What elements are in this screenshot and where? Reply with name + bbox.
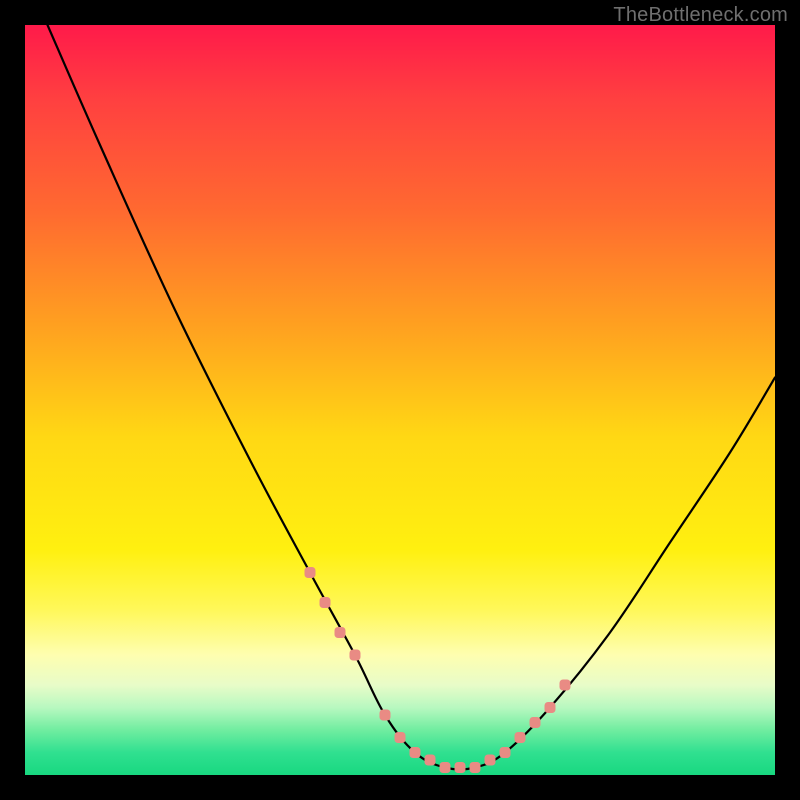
highlight-dot <box>455 762 466 773</box>
highlight-dot <box>410 747 421 758</box>
highlight-dot <box>560 680 571 691</box>
highlight-dot-group <box>305 567 571 773</box>
highlight-dot <box>515 732 526 743</box>
highlight-dot <box>440 762 451 773</box>
bottleneck-chart-svg <box>25 25 775 775</box>
highlight-dot <box>425 755 436 766</box>
highlight-dot <box>545 702 556 713</box>
highlight-dot <box>380 710 391 721</box>
highlight-dot <box>485 755 496 766</box>
chart-plot-area <box>25 25 775 775</box>
highlight-dot <box>305 567 316 578</box>
highlight-dot <box>530 717 541 728</box>
highlight-dot <box>320 597 331 608</box>
highlight-dot <box>335 627 346 638</box>
highlight-dot <box>500 747 511 758</box>
bottleneck-curve-line <box>48 25 776 770</box>
highlight-dot <box>470 762 481 773</box>
watermark-text: TheBottleneck.com <box>613 4 788 27</box>
highlight-dot <box>395 732 406 743</box>
highlight-dot <box>350 650 361 661</box>
